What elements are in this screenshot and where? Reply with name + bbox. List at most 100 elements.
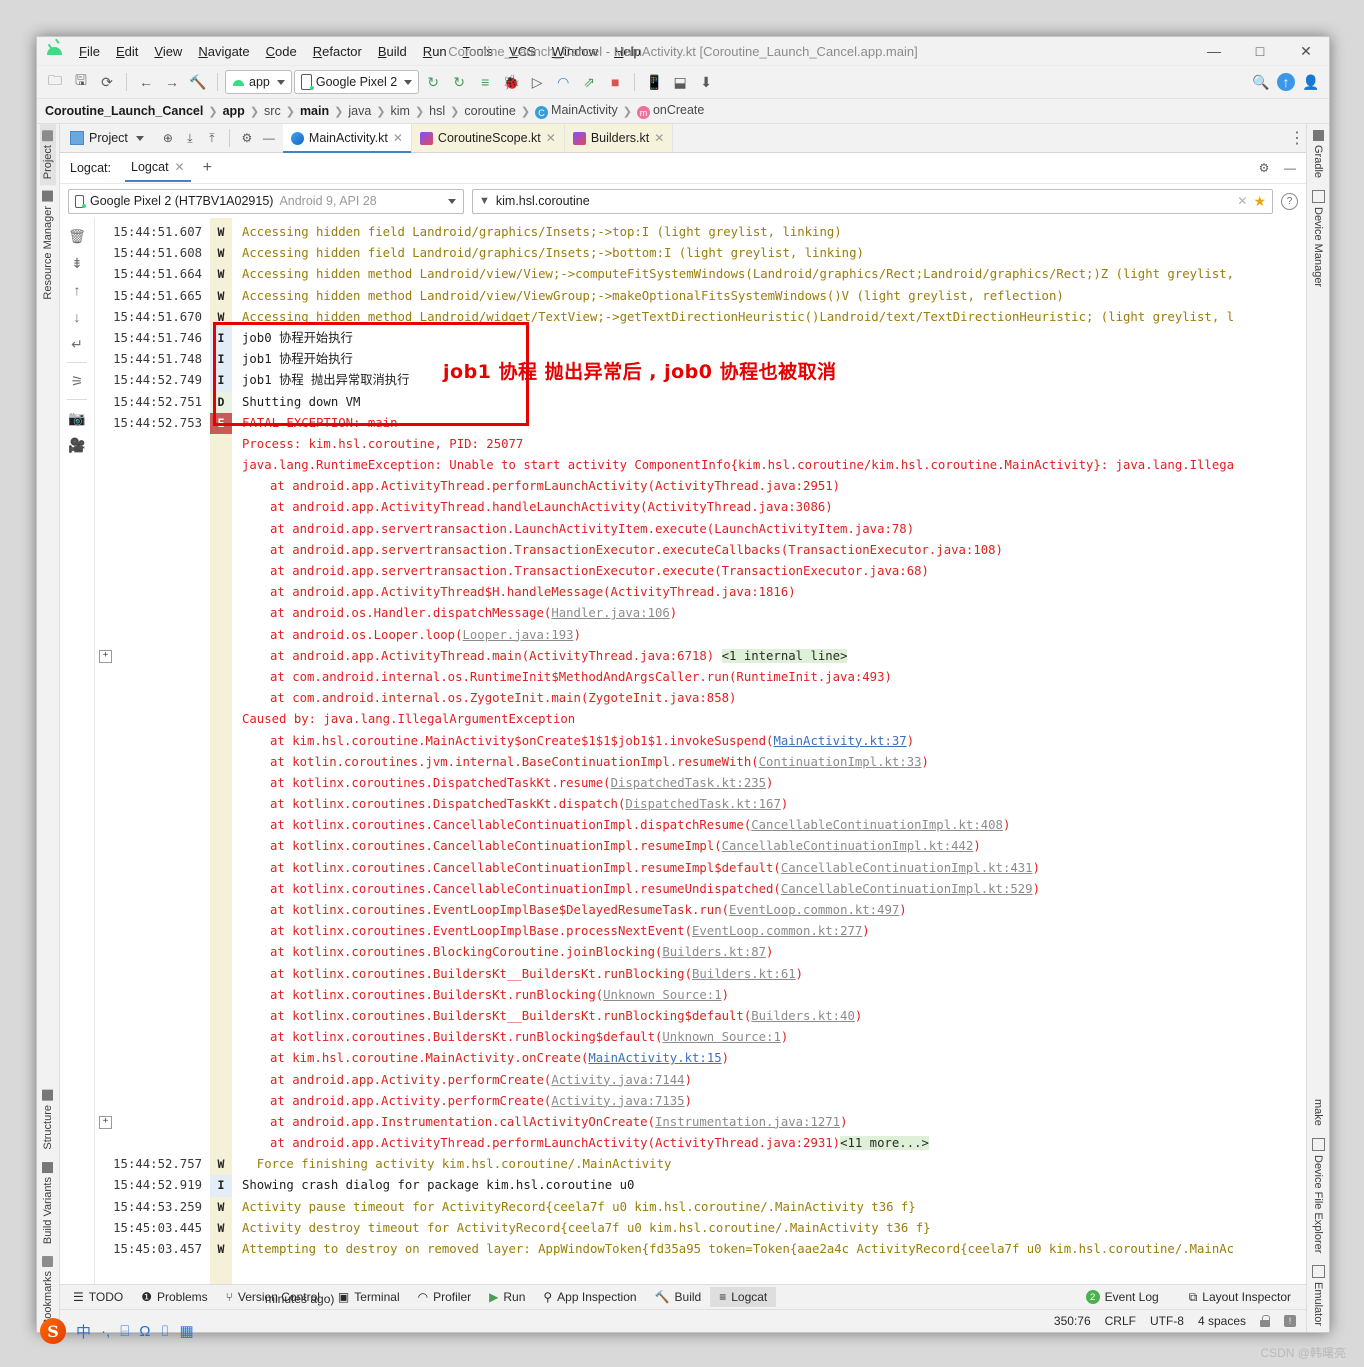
source-link[interactable]: Builders.kt:87 bbox=[662, 945, 766, 959]
sidebar-item-emulator[interactable]: Emulator bbox=[1310, 1259, 1327, 1332]
device-dropdown[interactable]: Google Pixel 2 (HT7BV1A02915) Android 9,… bbox=[68, 188, 464, 214]
help-icon[interactable]: ? bbox=[1281, 192, 1298, 210]
sidebar-item-resource-manager[interactable]: Resource Manager bbox=[40, 185, 56, 306]
update-available-icon[interactable]: ↑ bbox=[1277, 73, 1295, 91]
collapsed-frames-badge[interactable]: <11 more...> bbox=[840, 1136, 929, 1151]
ime-mode-chinese[interactable]: 中 bbox=[76, 1321, 91, 1342]
tool-terminal[interactable]: ▣ Terminal bbox=[329, 1287, 409, 1307]
user-account-icon[interactable]: 👤 bbox=[1299, 70, 1323, 94]
close-icon[interactable]: ✕ bbox=[546, 131, 556, 145]
tab-overflow-icon[interactable]: ⋮ bbox=[1288, 124, 1306, 152]
editor-tab-coroutinescope-kt[interactable]: CoroutineScope.kt ✕ bbox=[411, 124, 565, 152]
menu-item-build[interactable]: Build bbox=[370, 41, 415, 62]
tool-build[interactable]: 🔨 Build bbox=[646, 1287, 711, 1307]
add-logcat-tab-icon[interactable]: + bbox=[203, 159, 212, 177]
device-download-icon[interactable]: ⬇ bbox=[694, 70, 718, 94]
menu-item-help[interactable]: Help bbox=[606, 41, 649, 62]
breadcrumb-item-java[interactable]: java bbox=[348, 104, 371, 118]
screenshot-icon[interactable]: 📷 bbox=[65, 406, 89, 430]
fold-expand-icon[interactable]: + bbox=[99, 1115, 112, 1129]
tool-problems[interactable]: ❶ Problems bbox=[132, 1287, 216, 1307]
source-link[interactable]: Unknown Source:1 bbox=[662, 1030, 780, 1044]
minimize-button[interactable]: — bbox=[1191, 37, 1237, 65]
menu-item-file[interactable]: File bbox=[71, 41, 108, 62]
menu-item-vcs[interactable]: VCS bbox=[501, 41, 544, 62]
build-hammer-icon[interactable]: 🔨 bbox=[186, 70, 210, 94]
menu-item-window[interactable]: Window bbox=[544, 41, 606, 62]
tool-logcat[interactable]: ≡ Logcat bbox=[710, 1287, 777, 1307]
save-icon[interactable]: 🖫 bbox=[69, 70, 93, 94]
sidebar-item-device-manager[interactable]: Device Manager bbox=[1310, 184, 1327, 293]
run-configuration-selector[interactable]: app bbox=[225, 70, 292, 94]
ime-symbols-icon[interactable]: Ω bbox=[139, 1323, 150, 1340]
source-link[interactable]: EventLoop.common.kt:277 bbox=[692, 924, 862, 938]
sync-icon[interactable]: ⟳ bbox=[95, 70, 119, 94]
breadcrumb-item-app[interactable]: app bbox=[223, 104, 245, 118]
source-link[interactable]: ContinuationImpl.kt:33 bbox=[759, 755, 922, 769]
source-link[interactable]: Builders.kt:61 bbox=[692, 967, 796, 981]
source-link[interactable]: CancellableContinuationImpl.kt:442 bbox=[722, 839, 974, 853]
close-icon[interactable]: ✕ bbox=[175, 160, 185, 174]
open-folder-icon[interactable]: 🗀 bbox=[43, 70, 67, 94]
tool-todo[interactable]: ☰ TODO bbox=[64, 1287, 132, 1307]
sidebar-item-build-variants[interactable]: Build Variants bbox=[40, 1156, 56, 1250]
breadcrumb-item-oncreate[interactable]: m onCreate bbox=[636, 103, 704, 120]
lock-icon[interactable] bbox=[1260, 1315, 1270, 1327]
fold-expand-icon[interactable]: + bbox=[99, 649, 112, 663]
filter-funnel-icon[interactable]: ▼ bbox=[479, 195, 490, 207]
scroll-to-end-icon[interactable]: ⇟ bbox=[65, 251, 89, 275]
logcat-text[interactable]: 15:44:51.607 W Accessing hidden field Land… bbox=[95, 218, 1306, 1284]
collapse-all-icon[interactable]: ⤒ bbox=[202, 128, 222, 148]
ime-toolbox-icon[interactable]: ▦ bbox=[179, 1322, 193, 1340]
breadcrumb-item-coroutine[interactable]: coroutine bbox=[464, 104, 515, 118]
apply-changes-icon[interactable]: ↻ bbox=[447, 70, 471, 94]
sidebar-item-make[interactable]: make bbox=[1310, 1093, 1326, 1132]
forward-arrow-icon[interactable]: → bbox=[160, 70, 184, 94]
inspection-warning-icon[interactable]: ! bbox=[1284, 1315, 1296, 1327]
gear-icon[interactable]: ⚙ bbox=[237, 128, 257, 148]
file-encoding[interactable]: UTF-8 bbox=[1150, 1314, 1184, 1328]
breadcrumb-item-main[interactable]: main bbox=[300, 104, 329, 118]
close-button[interactable]: ✕ bbox=[1283, 37, 1329, 65]
menu-item-navigate[interactable]: Navigate bbox=[190, 41, 257, 62]
tool-layout-inspector[interactable]: ⧉ Layout Inspector bbox=[1180, 1287, 1300, 1308]
next-occurrence-icon[interactable]: ↓ bbox=[65, 305, 89, 329]
clear-logcat-icon[interactable]: 🗑 bbox=[65, 224, 89, 248]
breadcrumb-item-src[interactable]: src bbox=[264, 104, 281, 118]
sidebar-item-structure[interactable]: Structure bbox=[40, 1084, 56, 1156]
breadcrumb-item-kim[interactable]: kim bbox=[391, 104, 410, 118]
screen-record-icon[interactable]: 🎥 bbox=[65, 433, 89, 457]
ime-keyboard-icon[interactable]: ⌸ bbox=[120, 1323, 129, 1340]
ime-screenshot-icon[interactable]: ⌷ bbox=[160, 1323, 169, 1340]
menu-item-code[interactable]: Code bbox=[258, 41, 305, 62]
source-link[interactable]: Builders.kt:40 bbox=[751, 1009, 855, 1023]
device-selector[interactable]: Google Pixel 2 bbox=[293, 70, 420, 94]
caret-position[interactable]: 350:76 bbox=[1054, 1314, 1091, 1328]
breadcrumb-item-mainactivity[interactable]: C MainActivity bbox=[535, 103, 618, 120]
collapsed-frames-badge[interactable]: <1 internal line> bbox=[721, 648, 848, 663]
project-panel-selector[interactable]: Project bbox=[60, 124, 154, 152]
menu-item-run[interactable]: Run bbox=[415, 41, 455, 62]
indent-setting[interactable]: 4 spaces bbox=[1198, 1314, 1246, 1328]
locate-target-icon[interactable]: ⊕ bbox=[158, 128, 178, 148]
close-icon[interactable]: ✕ bbox=[654, 131, 664, 145]
logcat-settings-gear-icon[interactable]: ⚙ bbox=[1254, 158, 1274, 178]
source-link[interactable]: EventLoop.common.kt:497 bbox=[729, 903, 899, 917]
breadcrumb-item-coroutine_launch_cancel[interactable]: Coroutine_Launch_Cancel bbox=[45, 104, 203, 118]
menu-item-view[interactable]: View bbox=[146, 41, 190, 62]
debug-icon[interactable]: 🐞 bbox=[499, 70, 523, 94]
search-icon[interactable]: 🔍 bbox=[1249, 70, 1273, 94]
tool-app-inspection[interactable]: ⚲ App Inspection bbox=[534, 1287, 645, 1307]
source-link[interactable]: Looper.java:193 bbox=[463, 628, 574, 642]
source-link[interactable]: MainActivity.kt:15 bbox=[588, 1051, 721, 1065]
source-link[interactable]: Activity.java:7135 bbox=[551, 1094, 684, 1108]
back-arrow-icon[interactable]: ← bbox=[134, 70, 158, 94]
line-separator[interactable]: CRLF bbox=[1105, 1314, 1136, 1328]
source-link[interactable]: CancellableContinuationImpl.kt:529 bbox=[781, 882, 1033, 896]
close-icon[interactable]: ✕ bbox=[393, 131, 403, 145]
run-lines-icon[interactable]: ≡ bbox=[473, 70, 497, 94]
menu-item-refactor[interactable]: Refactor bbox=[305, 41, 370, 62]
source-link[interactable]: Handler.java:106 bbox=[551, 606, 669, 620]
soft-wrap-icon[interactable]: ↵ bbox=[65, 332, 89, 356]
maximize-button[interactable]: □ bbox=[1237, 37, 1283, 65]
